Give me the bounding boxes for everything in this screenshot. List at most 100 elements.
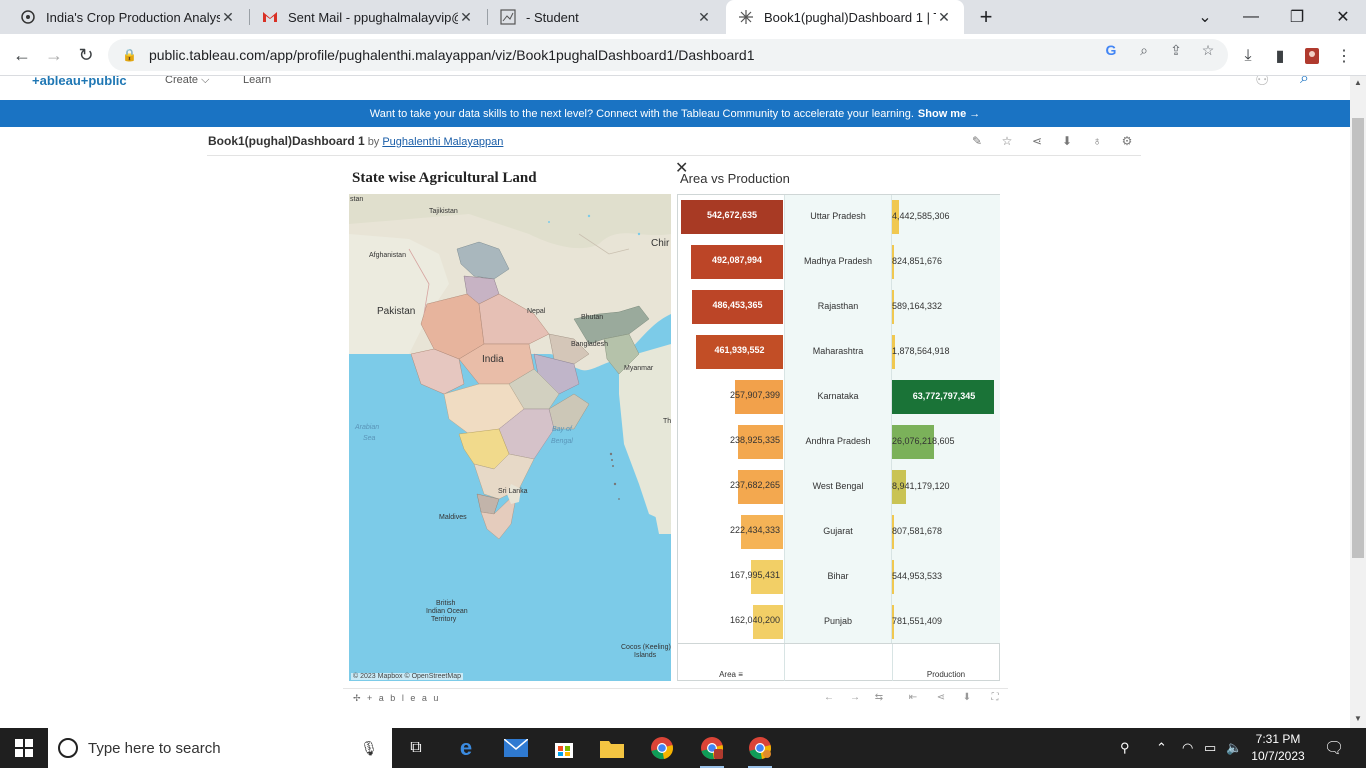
map-label-stan: stan [350, 196, 364, 203]
reload-icon[interactable]: ↻ [72, 41, 100, 69]
revert-icon[interactable]: ⇆ [871, 692, 887, 706]
google-icon[interactable]: G [1100, 39, 1122, 61]
download-icon[interactable]: ⬇ [959, 692, 975, 706]
nav-create[interactable]: Create ⌵ [165, 76, 209, 87]
undo-icon[interactable]: ← [821, 692, 837, 706]
file-explorer-icon[interactable] [598, 734, 626, 762]
production-data-label: 4,442,585,306 [892, 211, 950, 221]
area-axis-label[interactable]: Area ≡ [678, 670, 784, 679]
chart-row[interactable]: 492,087,994 Madhya Pradesh 824,851,676 [678, 240, 999, 285]
india-map[interactable]: stan Tajikistan Chir Afghanistan Pakista… [349, 194, 671, 681]
fullscreen-icon[interactable]: ⛶ [987, 692, 1003, 706]
map-label-india: India [482, 354, 504, 365]
window-close-icon[interactable]: ✕ [1320, 0, 1366, 34]
map-title: State wise Agricultural Land [352, 170, 537, 186]
tab-tableau-dashboard[interactable]: Book1(pughal)Dashboard 1 | Tab ✕ [726, 0, 964, 34]
map-label-cocos: Cocos (Keeling) [621, 644, 671, 651]
close-icon[interactable]: ✕ [696, 9, 712, 26]
area-data-label: 238,925,335 [729, 435, 780, 445]
chart-row[interactable]: 542,672,635 Uttar Pradesh 4,442,585,306 [678, 195, 999, 240]
menu-icon[interactable]: ⋮ [1334, 46, 1354, 66]
microphone-icon[interactable]: 🎙 [360, 740, 378, 757]
area-data-label: 492,087,994 [711, 255, 763, 265]
store-icon[interactable] [550, 734, 578, 762]
scroll-thumb[interactable] [1352, 118, 1364, 558]
production-data-label: 544,953,533 [892, 571, 943, 581]
area-data-label: 257,907,399 [729, 390, 780, 400]
battery-icon[interactable]: ▭ [1204, 728, 1216, 768]
map-label-sea: Sea [363, 435, 376, 442]
scroll-up-icon[interactable]: ▲ [1350, 76, 1366, 90]
edit-icon[interactable]: ✎ [968, 134, 986, 152]
tab-search-icon[interactable]: ⌄ [1182, 0, 1228, 34]
chart-row[interactable]: 237,682,265 West Bengal 8,941,179,120 [678, 465, 999, 510]
tab-crop-analysis[interactable]: India's Crop Production Analysis ✕ [8, 0, 248, 34]
state-label: West Bengal [812, 481, 864, 491]
system-clock[interactable]: 7:31 PM 10/7/2023 [1248, 731, 1308, 765]
tab-title: India's Crop Production Analysis [46, 9, 220, 25]
minimize-icon[interactable]: — [1228, 0, 1274, 34]
download-icon[interactable]: ⬇ [1058, 134, 1076, 152]
chart-row[interactable]: 162,040,200 Punjab 781,551,409 [678, 600, 999, 645]
windows-start-icon[interactable] [0, 728, 48, 768]
author-link[interactable]: Pughalenthi Malayappan [382, 136, 503, 148]
chart-row[interactable]: 486,453,365 Rajasthan 589,164,332 [678, 285, 999, 330]
viz-title: Book1(pughal)Dashboard 1 by Pughalenthi Ma… [208, 134, 504, 148]
side-panel-icon[interactable]: ▮ [1270, 46, 1290, 66]
share-icon[interactable]: ⇪ [1165, 39, 1187, 61]
scroll-down-icon[interactable]: ▼ [1350, 712, 1366, 726]
new-tab-button[interactable]: + [964, 0, 1008, 34]
show-me-link[interactable]: Show me → [918, 108, 980, 120]
people-icon[interactable]: ⚲ [1120, 728, 1130, 768]
bookmark-star-icon[interactable]: ☆ [1197, 39, 1219, 61]
network-icon[interactable]: ◠ [1182, 728, 1193, 768]
clock-date: 10/7/2023 [1251, 749, 1305, 763]
task-view-icon[interactable]: ⧉ [402, 734, 430, 762]
profile-avatar[interactable] [1302, 46, 1322, 66]
page-scrollbar[interactable]: ▲ ▼ [1350, 76, 1366, 728]
settings-gear-icon[interactable]: ⚙ [1118, 134, 1136, 152]
notifications-icon[interactable]: 🗨 [1324, 728, 1344, 768]
nav-learn[interactable]: Learn [243, 76, 271, 86]
chart-row[interactable]: 167,995,431 Bihar 544,953,533 [678, 555, 999, 600]
chrome-profile-icon[interactable] [698, 734, 726, 768]
favorite-star-icon[interactable]: ☆ [998, 134, 1016, 152]
user-icon[interactable]: ⚇ [1255, 76, 1269, 90]
chart-row[interactable]: 222,434,333 Gujarat 807,581,678 [678, 510, 999, 555]
chart-row[interactable]: 238,925,335 Andhra Pradesh 26,076,218,605 [678, 420, 999, 465]
tableau-logo[interactable]: ✢ + a b l e a u [353, 693, 440, 704]
back-icon[interactable]: ← [8, 41, 36, 69]
zoom-icon[interactable]: ⌕ [1133, 39, 1155, 61]
chrome-icon[interactable] [648, 734, 676, 762]
map-credit: © 2023 Mapbox © OpenStreetMap [351, 673, 463, 680]
reset-icon[interactable]: ⇤ [905, 692, 921, 706]
tab-gmail[interactable]: Sent Mail - ppughalmalayvip@g ✕ [250, 0, 486, 34]
redo-icon[interactable]: → [847, 692, 863, 706]
edge-icon[interactable]: e [452, 734, 480, 762]
badge-icon[interactable]: ♁ [1088, 134, 1106, 152]
share-icon[interactable]: ⋖ [1028, 134, 1046, 152]
share-icon[interactable]: ⋖ [933, 692, 949, 706]
taskbar-search[interactable]: Type here to search 🎙 [48, 728, 392, 768]
restore-icon[interactable]: ❐ [1274, 0, 1320, 34]
chart-row[interactable]: 257,907,399 Karnataka 63,772,797,345 [678, 375, 999, 420]
close-icon[interactable]: ✕ [458, 9, 474, 26]
close-icon[interactable]: ✕ [220, 9, 236, 26]
volume-icon[interactable]: 🔈 [1226, 728, 1242, 768]
mail-icon[interactable] [502, 734, 530, 762]
dashboard: State wise Agricultural Land stan Tajiki… [343, 160, 1008, 694]
tab-bar: India's Crop Production Analysis ✕ Sent … [0, 0, 1366, 34]
tray-chevron-icon[interactable]: ⌃ [1156, 728, 1167, 768]
forward-icon[interactable]: → [40, 41, 68, 69]
url-field[interactable]: 🔒 public.tableau.com/app/profile/pughale… [108, 39, 1228, 71]
tab-student[interactable]: - Student ✕ [488, 0, 724, 34]
close-icon[interactable]: ✕ [936, 9, 952, 26]
tab-title: Sent Mail - ppughalmalayvip@g [288, 9, 458, 25]
map-label-th: Th [663, 418, 671, 425]
chart-title: Area vs Production [680, 171, 790, 186]
chart-row[interactable]: 461,939,552 Maharashtra 1,878,564,918 [678, 330, 999, 375]
chrome-profile-2-icon[interactable] [746, 734, 774, 768]
download-icon[interactable]: ⤓ [1238, 46, 1258, 66]
search-icon[interactable]: ⌕ [1300, 76, 1309, 88]
tableau-public-logo[interactable]: +ableau+public [32, 76, 127, 88]
